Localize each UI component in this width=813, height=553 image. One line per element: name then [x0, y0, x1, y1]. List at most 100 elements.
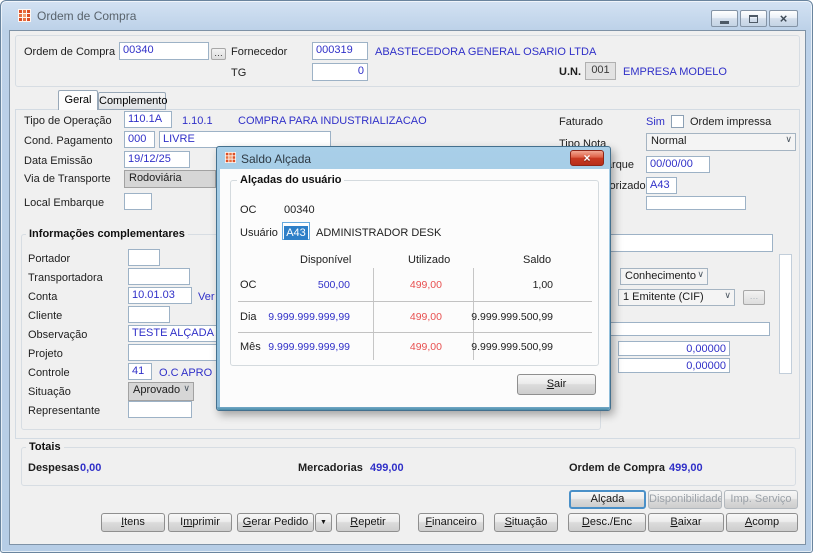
dialog-title: Saldo Alçada	[241, 152, 312, 166]
acomp-button[interactable]: Acomp	[726, 513, 798, 532]
cliente-input[interactable]	[128, 306, 170, 323]
chevron-down-icon	[785, 134, 792, 145]
local-embarque-label: Local Embarque	[24, 197, 105, 209]
order-number-input[interactable]: 00340	[119, 42, 209, 60]
despesas-label: Despesas	[28, 462, 80, 474]
oc-disponivel: 500,00	[317, 279, 350, 291]
disponibilidade-button[interactable]: Disponibilidade	[648, 490, 722, 509]
tipo-operacao-input[interactable]: 110.1A	[124, 111, 172, 128]
transportadora-input[interactable]	[128, 268, 190, 285]
dialog-icon	[225, 152, 236, 163]
dia-utilizado: 499,00	[409, 311, 442, 323]
numeric-input-1[interactable]: 0,00000	[618, 341, 730, 356]
situacao-combo[interactable]: Aprovado	[128, 382, 194, 401]
un-field[interactable]: 001	[585, 62, 616, 80]
dialog-user-label: Usuário	[240, 227, 278, 239]
order-label: Ordem de Compra	[24, 46, 116, 58]
autorizado-input[interactable]: A43	[646, 177, 677, 194]
imp-servico-button[interactable]: Imp. Serviço	[724, 490, 798, 509]
representante-label: Representante	[28, 405, 101, 417]
local-embarque-input[interactable]	[124, 193, 152, 210]
via-transporte-label: Via de Transporte	[24, 173, 111, 185]
saldo-alcada-dialog: Saldo Alçada Alçadas do usuário OC 00340…	[216, 146, 611, 411]
oc-saldo: 1,00	[532, 279, 553, 291]
info-complementares-title: Informações complementares	[26, 228, 188, 240]
dialog-user-name: ADMINISTRADOR DESK	[316, 227, 442, 239]
mercadorias-value: 499,00	[370, 462, 404, 474]
via-transporte-combo[interactable]: Rodoviária	[124, 170, 216, 188]
controle-input[interactable]: 41	[128, 363, 152, 380]
mes-saldo: 9.999.999.500,99	[471, 341, 553, 353]
totais-title: Totais	[26, 441, 64, 453]
projeto-label: Projeto	[28, 348, 63, 360]
dia-disponivel: 9.999.999.999,99	[268, 311, 350, 323]
baixar-button[interactable]: Baixar	[648, 513, 724, 532]
gerar-pedido-dropdown-button[interactable]: ▼	[315, 513, 332, 532]
conhecimento-combo[interactable]: Conhecimento	[620, 268, 708, 285]
mes-utilizado: 499,00	[409, 341, 442, 353]
imprimir-button[interactable]: Imprimir	[168, 513, 232, 532]
supplier-label: Fornecedor	[231, 46, 288, 58]
portador-label: Portador	[28, 253, 71, 265]
chevron-down-icon	[724, 290, 731, 301]
conta-input[interactable]: 10.01.03	[128, 287, 192, 304]
controle-desc: O.C APRO	[159, 367, 213, 379]
ordem-impressa-checkbox[interactable]	[671, 115, 684, 128]
cond-pagamento-input[interactable]: 000	[124, 131, 155, 148]
dia-saldo: 9.999.999.500,99	[471, 311, 553, 323]
dialog-close-button[interactable]	[570, 150, 604, 166]
alcadas-group-title: Alçadas do usuário	[237, 174, 345, 186]
emitente-combo[interactable]: 1 Emitente (CIF)	[618, 289, 735, 306]
tg-label: TG	[231, 67, 247, 79]
observacao-label: Observação	[28, 329, 88, 341]
ordem-total-value: 499,00	[669, 462, 703, 474]
controle-label: Controle	[28, 367, 70, 379]
despesas-value: 0,00	[80, 462, 102, 474]
tipo-operacao-desc: COMPRA PARA INDUSTRIALIZACAO	[238, 115, 427, 127]
conta-label: Conta	[28, 291, 58, 303]
emitente-more-button[interactable]: …	[743, 290, 765, 305]
autorizado-extra-input[interactable]	[646, 196, 746, 210]
mercadorias-label: Mercadorias	[298, 462, 363, 474]
financeiro-button[interactable]: Financeiro	[418, 513, 484, 532]
tg-input[interactable]: 0	[312, 63, 368, 81]
itens-button[interactable]: Itens	[101, 513, 165, 532]
dialog-body: Alçadas do usuário OC 00340 Usuário A43 …	[220, 169, 609, 409]
data-embarque-input[interactable]: 00/00/00	[646, 156, 710, 173]
desc-enc-button[interactable]: Desc./Enc	[568, 513, 646, 532]
tipo-nota-combo[interactable]: Normal	[646, 133, 796, 151]
chevron-down-icon	[183, 383, 190, 394]
chevron-down-icon	[697, 269, 704, 280]
col-header-disponivel: Disponível	[300, 254, 352, 266]
titlebar: Ordem de Compra	[1, 1, 812, 30]
main-window: Ordem de Compra Ordem de Compra 00340 … …	[0, 0, 813, 553]
sair-button[interactable]: Sair	[517, 374, 596, 395]
portador-input[interactable]	[128, 249, 160, 266]
tab-complemento[interactable]: Complemento	[98, 92, 167, 110]
minimize-button[interactable]	[711, 10, 738, 27]
dialog-oc-label: OC	[240, 204, 257, 216]
dialog-user-input[interactable]: A43	[282, 222, 310, 240]
ordem-total-label: Ordem de Compra	[569, 462, 665, 474]
col-header-saldo: Saldo	[523, 254, 552, 266]
alcada-button[interactable]: Alçada	[569, 490, 646, 509]
gerar-pedido-button[interactable]: Gerar Pedido	[237, 513, 314, 532]
representante-input[interactable]	[128, 401, 192, 418]
row-separator	[238, 332, 592, 333]
order-lookup-button[interactable]: …	[211, 48, 226, 60]
data-emissao-input[interactable]: 19/12/25	[124, 151, 190, 168]
close-button[interactable]	[769, 10, 798, 27]
situacao-label: Situação	[28, 386, 71, 398]
un-name: EMPRESA MODELO	[623, 66, 727, 78]
faturado-value: Sim	[646, 116, 665, 128]
repetir-button[interactable]: Repetir	[336, 513, 400, 532]
tab-geral[interactable]: Geral	[58, 90, 98, 110]
faturado-label: Faturado	[559, 116, 604, 128]
oc-utilizado: 499,00	[409, 279, 442, 291]
maximize-button[interactable]	[740, 10, 767, 27]
transportadora-label: Transportadora	[28, 272, 103, 284]
situacao-button[interactable]: Situação	[494, 513, 558, 532]
supplier-code-input[interactable]: 000319	[312, 42, 368, 60]
col-header-utilizado: Utilizado	[408, 254, 451, 266]
numeric-input-2[interactable]: 0,00000	[618, 358, 730, 373]
